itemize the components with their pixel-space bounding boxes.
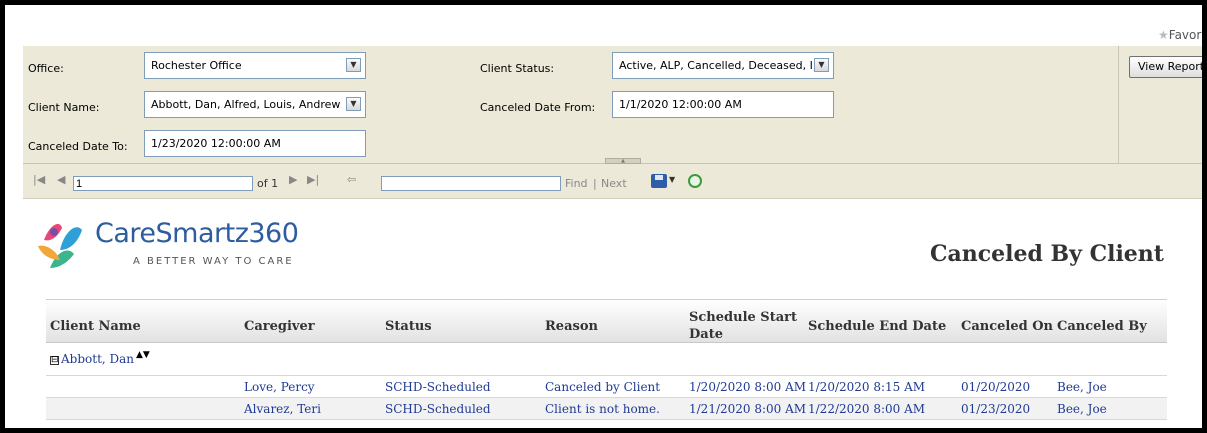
export-dropdown-icon[interactable]: ▼	[669, 175, 675, 184]
find-link[interactable]: Find	[565, 177, 588, 190]
office-label: Office:	[28, 62, 64, 75]
office-select[interactable]: Rochester Office ▼	[144, 52, 366, 79]
cell-canceled-by[interactable]: Bee, Joe	[1057, 380, 1107, 394]
client-status-value: Active, ALP, Cancelled, Deceased, I	[619, 59, 813, 72]
canceled-from-value: 1/1/2020 12:00:00 AM	[619, 98, 742, 111]
previous-page-icon[interactable]: ◀	[57, 173, 65, 186]
column-header-canceled-on: Canceled On	[961, 319, 1054, 334]
client-status-select[interactable]: Active, ALP, Cancelled, Deceased, I ▼	[612, 52, 834, 79]
page-count: of 1	[257, 177, 279, 190]
export-save-icon[interactable]	[651, 174, 667, 188]
column-header-schedule-start-date: Schedule Start Date	[689, 310, 797, 342]
cell-caregiver[interactable]: Alvarez, Teri	[244, 402, 321, 416]
cell-caregiver[interactable]: Love, Percy	[244, 380, 315, 394]
panel-divider	[1118, 46, 1119, 164]
cell-status[interactable]: SCHD-Scheduled	[385, 380, 491, 394]
client-name-select[interactable]: Abbott, Dan, Alfred, Louis, Andrew ▼	[144, 91, 366, 118]
refresh-icon[interactable]	[688, 174, 702, 188]
dropdown-arrow-icon[interactable]: ▼	[346, 97, 361, 111]
client-status-label: Client Status:	[480, 62, 555, 75]
cell-schedule-end[interactable]: 1/20/2020 8:15 AM	[808, 380, 925, 394]
client-name-value: Abbott, Dan, Alfred, Louis, Andrew	[151, 98, 341, 111]
column-header-client-name: Client Name	[50, 319, 141, 334]
last-page-icon[interactable]: ▶|	[307, 173, 319, 186]
favorites-link[interactable]: ★Favor	[1158, 28, 1201, 42]
dropdown-arrow-icon[interactable]: ▼	[346, 58, 361, 72]
cell-canceled-by[interactable]: Bee, Joe	[1057, 402, 1107, 416]
cell-schedule-start[interactable]: 1/21/2020 8:00 AM	[689, 402, 806, 416]
canceled-from-input[interactable]: 1/1/2020 12:00:00 AM	[612, 91, 834, 118]
cell-status[interactable]: SCHD-Scheduled	[385, 402, 491, 416]
cell-reason[interactable]: Canceled by Client	[545, 380, 660, 394]
report-viewer-window: ★Favor Office: Rochester Office ▼ Client…	[5, 5, 1202, 428]
table-header: Client Name Caregiver Status Reason Sche…	[46, 299, 1167, 343]
cell-reason[interactable]: Client is not home.	[545, 402, 660, 416]
canceled-from-label: Canceled Date From:	[480, 101, 596, 114]
collapse-toggle-icon[interactable]: ⊟	[50, 356, 59, 365]
client-group-name[interactable]: Abbott, Dan	[61, 352, 134, 366]
office-value: Rochester Office	[151, 59, 242, 72]
dropdown-arrow-icon[interactable]: ▼	[814, 58, 829, 72]
cell-schedule-start[interactable]: 1/20/2020 8:00 AM	[689, 380, 806, 394]
table-row: Alvarez, Teri SCHD-Scheduled Client is n…	[46, 398, 1167, 420]
cell-canceled-on[interactable]: 01/23/2020	[961, 402, 1030, 416]
back-to-parent-icon[interactable]: ⇦	[347, 173, 356, 186]
client-group-row: ⊟ Abbott, Dan ▲▼	[46, 343, 1167, 376]
page-number-input[interactable]	[73, 176, 253, 191]
client-name-label: Client Name:	[28, 101, 100, 114]
canceled-to-input[interactable]: 1/23/2020 12:00:00 AM	[144, 130, 366, 157]
column-header-reason: Reason	[545, 319, 598, 334]
column-header-canceled-by: Canceled By	[1057, 319, 1147, 334]
brand-name: CareSmartz360	[95, 218, 299, 249]
report-title: Canceled By Client	[930, 241, 1164, 267]
next-page-icon[interactable]: ▶	[289, 173, 297, 186]
cell-schedule-end[interactable]: 1/22/2020 8:00 AM	[808, 402, 925, 416]
view-report-button[interactable]: View Report	[1129, 56, 1202, 78]
first-page-icon[interactable]: |◀	[33, 173, 45, 186]
brand-tagline: A BETTER WAY TO CARE	[133, 256, 294, 267]
cell-canceled-on[interactable]: 01/20/2020	[961, 380, 1030, 394]
sort-icon[interactable]: ▲▼	[136, 351, 150, 360]
report-toolbar: |◀ ◀ of 1 ▶ ▶| ⇦ Find | Next ▼	[23, 164, 1202, 199]
canceled-to-value: 1/23/2020 12:00:00 AM	[151, 137, 281, 150]
column-header-schedule-end-date: Schedule End Date	[808, 319, 947, 334]
star-icon: ★	[1158, 28, 1169, 42]
canceled-to-label: Canceled Date To:	[28, 140, 128, 153]
column-header-status: Status	[385, 319, 432, 334]
next-link[interactable]: Next	[601, 177, 627, 190]
column-header-caregiver: Caregiver	[244, 319, 315, 334]
table-row: Love, Percy SCHD-Scheduled Canceled by C…	[46, 376, 1167, 398]
parameters-panel: Office: Rochester Office ▼ Client Name: …	[23, 46, 1202, 164]
toolbar-separator: |	[593, 177, 597, 190]
find-text-input[interactable]	[381, 176, 561, 191]
